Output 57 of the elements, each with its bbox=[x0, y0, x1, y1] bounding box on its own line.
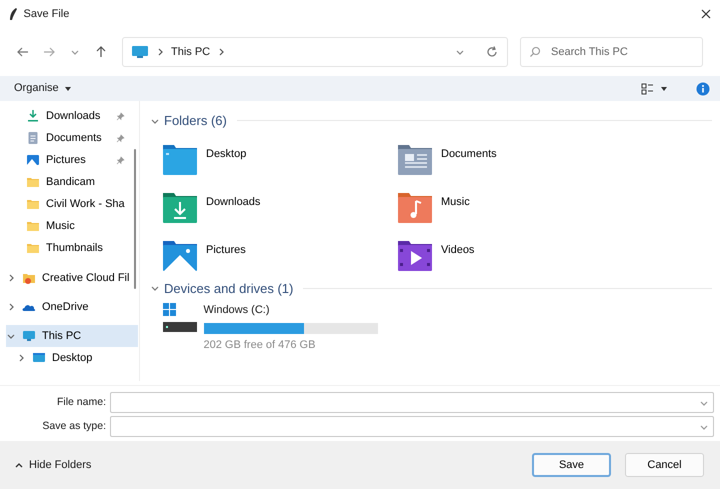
caret-icon bbox=[64, 84, 72, 92]
desktop-folder-icon bbox=[162, 142, 198, 174]
section-header[interactable]: Folders (6) bbox=[164, 111, 227, 130]
desktop-icon bbox=[32, 351, 46, 365]
cancel-button[interactable]: Cancel bbox=[625, 453, 704, 477]
folder-icon bbox=[26, 219, 40, 233]
downloads-folder-icon bbox=[162, 190, 198, 222]
refresh-icon[interactable] bbox=[485, 45, 499, 59]
field-label: Save as type: bbox=[41, 418, 107, 434]
folder-icon bbox=[26, 241, 40, 255]
document-icon bbox=[26, 131, 40, 145]
save-button[interactable]: Save bbox=[532, 453, 611, 477]
search-field[interactable]: Search This PC bbox=[520, 37, 703, 67]
caret-icon bbox=[660, 84, 668, 92]
sidebar-item[interactable]: Downloads bbox=[26, 105, 139, 127]
folder-item[interactable]: Documents bbox=[397, 142, 632, 174]
drive-name[interactable]: Windows (C:) bbox=[204, 302, 378, 318]
folder-item[interactable]: Music bbox=[397, 190, 632, 222]
sidebar-item[interactable]: This PC bbox=[6, 325, 138, 347]
combo-field[interactable] bbox=[110, 392, 714, 413]
combo-field[interactable] bbox=[110, 416, 714, 437]
view-icon bbox=[641, 82, 655, 94]
folder-icon bbox=[22, 271, 36, 285]
help-icon[interactable] bbox=[696, 82, 710, 96]
hide-folders-button[interactable]: Hide Folders bbox=[10, 456, 96, 474]
computer-icon bbox=[22, 329, 36, 343]
close-icon[interactable] bbox=[700, 8, 712, 20]
window-title: Save File bbox=[24, 6, 70, 22]
drive-icon bbox=[162, 302, 198, 334]
download-icon bbox=[26, 109, 40, 123]
breadcrumb-item[interactable]: This PC bbox=[171, 44, 210, 60]
music-folder-icon bbox=[397, 190, 433, 222]
organise-button[interactable]: Organise bbox=[10, 80, 76, 97]
folder-item[interactable]: Pictures bbox=[162, 238, 397, 270]
folder-item[interactable]: Downloads bbox=[162, 190, 397, 222]
folder-item[interactable]: Desktop bbox=[162, 142, 397, 174]
drive-free-space: 202 GB free of 476 GB bbox=[204, 338, 316, 352]
pictures-folder-icon bbox=[162, 238, 198, 270]
back-icon bbox=[16, 45, 30, 59]
up-icon bbox=[94, 45, 108, 59]
folder-item[interactable]: Videos bbox=[397, 238, 632, 270]
picture-icon bbox=[26, 153, 40, 167]
scrollbar[interactable] bbox=[134, 149, 136, 289]
field-label: File name: bbox=[56, 394, 107, 410]
sidebar-item[interactable]: Documents bbox=[26, 127, 139, 149]
computer-icon bbox=[131, 45, 149, 59]
section-header[interactable]: Devices and drives (1) bbox=[164, 278, 294, 298]
forward-icon bbox=[42, 45, 56, 59]
documents-folder-icon bbox=[397, 142, 433, 174]
address-bar[interactable]: This PC bbox=[122, 37, 508, 67]
sidebar-item[interactable]: Desktop bbox=[16, 347, 139, 369]
folder-icon bbox=[26, 175, 40, 189]
search-icon bbox=[529, 46, 541, 58]
feather-icon bbox=[8, 7, 18, 21]
sidebar-item[interactable]: OneDrive bbox=[6, 296, 138, 318]
folder-icon bbox=[26, 197, 40, 211]
videos-folder-icon bbox=[397, 238, 433, 270]
